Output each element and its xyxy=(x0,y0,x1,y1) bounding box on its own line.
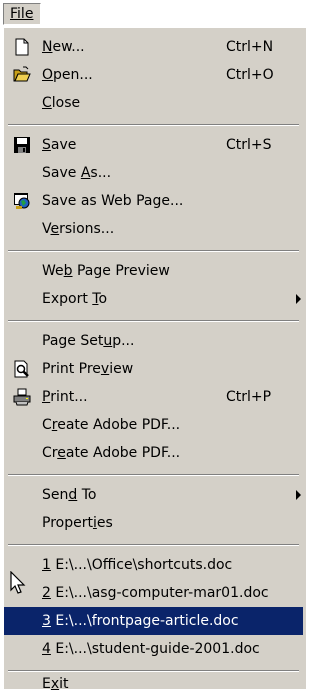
print-preview-icon xyxy=(14,360,29,378)
menu-item-save-as[interactable]: Save As... xyxy=(4,159,303,187)
submenu-arrow-icon xyxy=(296,294,301,304)
menu-separator xyxy=(8,544,299,546)
menu-item-print[interactable]: Print... Ctrl+P xyxy=(4,383,303,411)
menu-item-save-as-web-page-label: Save as Web Page... xyxy=(42,193,184,209)
menu-item-versions[interactable]: Versions... xyxy=(4,215,303,243)
recent-file-1-label: 1 E:\...\Office\shortcuts.doc xyxy=(42,557,233,573)
recent-file-4-label: 4 E:\...\student-guide-2001.doc xyxy=(42,641,260,657)
menu-separator xyxy=(8,320,299,322)
menu-item-send-to-label: Send To xyxy=(42,487,97,503)
menu-item-web-page-preview[interactable]: Web Page Preview xyxy=(4,257,303,285)
menu-item-save-label: Save xyxy=(42,137,77,153)
menu-item-send-to[interactable]: Send To xyxy=(4,481,303,509)
open-folder-icon xyxy=(13,66,31,82)
menu-item-print-shortcut: Ctrl+P xyxy=(226,389,272,405)
menu-item-create-adobe-pdf-2[interactable]: Create Adobe PDF... xyxy=(4,439,303,467)
menu-item-properties-label: Properties xyxy=(42,515,113,531)
menu-separator xyxy=(8,250,299,252)
menu-item-create-adobe-pdf[interactable]: Create Adobe PDF... xyxy=(4,411,303,439)
menu-item-save-shortcut: Ctrl+S xyxy=(226,137,272,153)
new-document-icon xyxy=(15,38,29,56)
menu-item-save-as-web-page[interactable]: Save as Web Page... xyxy=(4,187,303,215)
menu-item-properties[interactable]: Properties xyxy=(4,509,303,537)
web-page-icon xyxy=(14,193,30,209)
file-menu-dropdown: New... Ctrl+N Open... Ctrl+O Close Save … xyxy=(3,27,306,692)
menu-item-open-shortcut: Ctrl+O xyxy=(226,67,274,83)
recent-file-2-label: 2 E:\...\asg-computer-mar01.doc xyxy=(42,585,269,601)
menu-item-save[interactable]: Save Ctrl+S xyxy=(4,131,303,159)
menu-item-page-setup[interactable]: Page Setup... xyxy=(4,327,303,355)
menu-separator xyxy=(8,474,299,476)
menu-item-print-preview-label: Print Preview xyxy=(42,361,134,377)
recent-file-3-label: 3 E:\...\frontpage-article.doc xyxy=(42,613,239,629)
menu-bar: File xyxy=(0,0,306,28)
menu-item-new-shortcut: Ctrl+N xyxy=(226,39,274,55)
submenu-arrow-icon xyxy=(296,490,301,500)
menu-item-recent-file-1[interactable]: 1 E:\...\Office\shortcuts.doc xyxy=(4,551,303,579)
menu-item-save-as-label: Save As... xyxy=(42,165,112,181)
menu-item-open[interactable]: Open... Ctrl+O xyxy=(4,61,303,89)
menu-item-new[interactable]: New... Ctrl+N xyxy=(4,33,303,61)
menu-item-recent-file-4[interactable]: 4 E:\...\student-guide-2001.doc xyxy=(4,635,303,663)
file-menu-button[interactable]: File xyxy=(3,3,41,25)
menu-item-print-preview[interactable]: Print Preview xyxy=(4,355,303,383)
menu-item-exit[interactable]: Exit xyxy=(4,662,303,692)
menu-item-create-adobe-pdf-2-label: Create Adobe PDF... xyxy=(42,445,181,461)
menu-item-print-label: Print... xyxy=(42,389,88,405)
menu-item-new-label: New... xyxy=(42,39,85,55)
menu-item-web-page-preview-label: Web Page Preview xyxy=(42,263,170,279)
menu-separator xyxy=(8,124,299,126)
mouse-pointer-icon xyxy=(10,571,26,594)
menu-item-open-label: Open... xyxy=(42,67,93,83)
menu-item-versions-label: Versions... xyxy=(42,221,115,237)
menu-item-exit-label: Exit xyxy=(42,676,69,692)
floppy-disk-icon xyxy=(14,137,30,153)
menu-item-export-to-label: Export To xyxy=(42,291,108,307)
menu-item-page-setup-label: Page Setup... xyxy=(42,333,135,349)
menu-item-close[interactable]: Close xyxy=(4,89,303,117)
menu-item-recent-file-2[interactable]: 2 E:\...\asg-computer-mar01.doc xyxy=(4,579,303,607)
menu-item-create-adobe-pdf-label: Create Adobe PDF... xyxy=(42,417,181,433)
menu-item-recent-file-3[interactable]: 3 E:\...\frontpage-article.doc xyxy=(4,607,303,635)
file-menu-label: File xyxy=(10,6,34,22)
menu-item-export-to[interactable]: Export To xyxy=(4,285,303,313)
menu-item-close-label: Close xyxy=(42,95,81,111)
printer-icon xyxy=(13,388,31,406)
